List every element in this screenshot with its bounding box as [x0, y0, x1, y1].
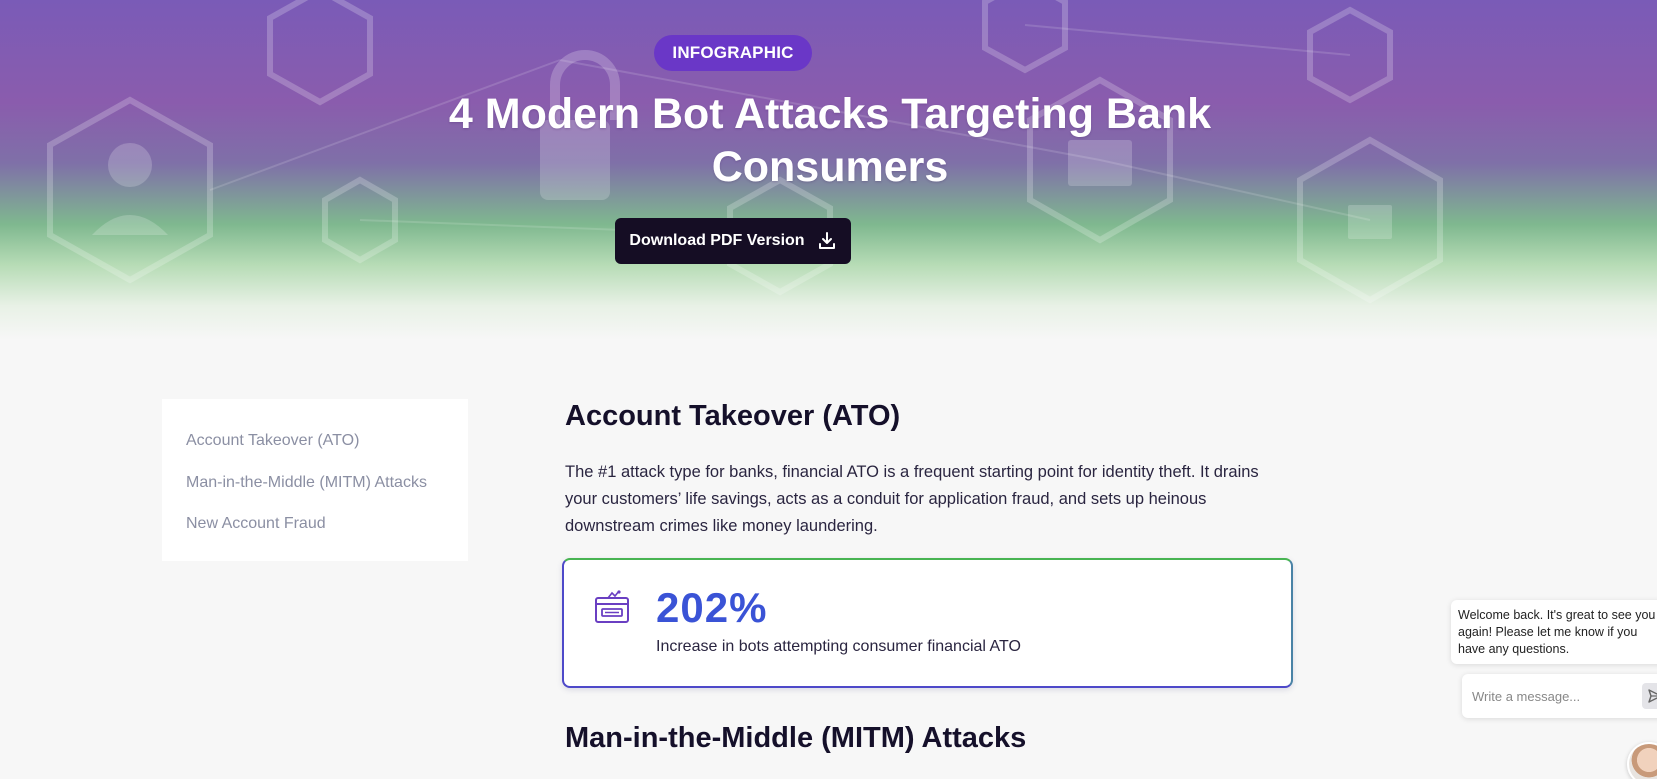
send-icon [1648, 689, 1657, 703]
toc-item-new-account-fraud[interactable]: New Account Fraud [186, 514, 468, 556]
chat-message-line: again! Please let me know if you [1458, 625, 1638, 639]
chat-welcome-message: Welcome back. It's great to see you agai… [1451, 600, 1657, 664]
toc-item-account-takeover[interactable]: Account Takeover (ATO) [186, 431, 468, 473]
page-title: 4 Modern Bot Attacks Targeting Bank Cons… [448, 90, 1212, 191]
download-icon [818, 232, 835, 249]
chat-message-line: have any questions. [1458, 642, 1570, 656]
chat-input-container [1462, 674, 1657, 718]
infographic-badge: INFOGRAPHIC [654, 35, 812, 71]
section-title-mitm-attacks: Man-in-the-Middle (MITM) Attacks [565, 722, 1027, 754]
chat-send-button[interactable] [1642, 683, 1657, 709]
download-pdf-label: Download PDF Version [629, 232, 805, 249]
toc-item-mitm-attacks[interactable]: Man-in-the-Middle (MITM) Attacks [186, 473, 468, 515]
agent-avatar[interactable] [1627, 742, 1657, 779]
section-title-account-takeover: Account Takeover (ATO) [565, 400, 901, 432]
browser-bot-icon [595, 590, 629, 623]
table-of-contents: Account Takeover (ATO) Man-in-the-Middle… [162, 399, 468, 561]
download-pdf-button[interactable]: Download PDF Version [615, 218, 851, 264]
chat-message-line: Welcome back. It's great to see you [1458, 608, 1656, 622]
stat-card: 202% Increase in bots attempting consume… [562, 558, 1293, 688]
chat-message-input[interactable] [1472, 686, 1632, 706]
stat-description: Increase in bots attempting consumer fin… [656, 638, 1021, 655]
section-body-account-takeover: The #1 attack type for banks, financial … [565, 463, 1259, 535]
hero-banner: INFOGRAPHIC 4 Modern Bot Attacks Targeti… [0, 0, 1657, 340]
stat-value: 202% [656, 584, 768, 631]
